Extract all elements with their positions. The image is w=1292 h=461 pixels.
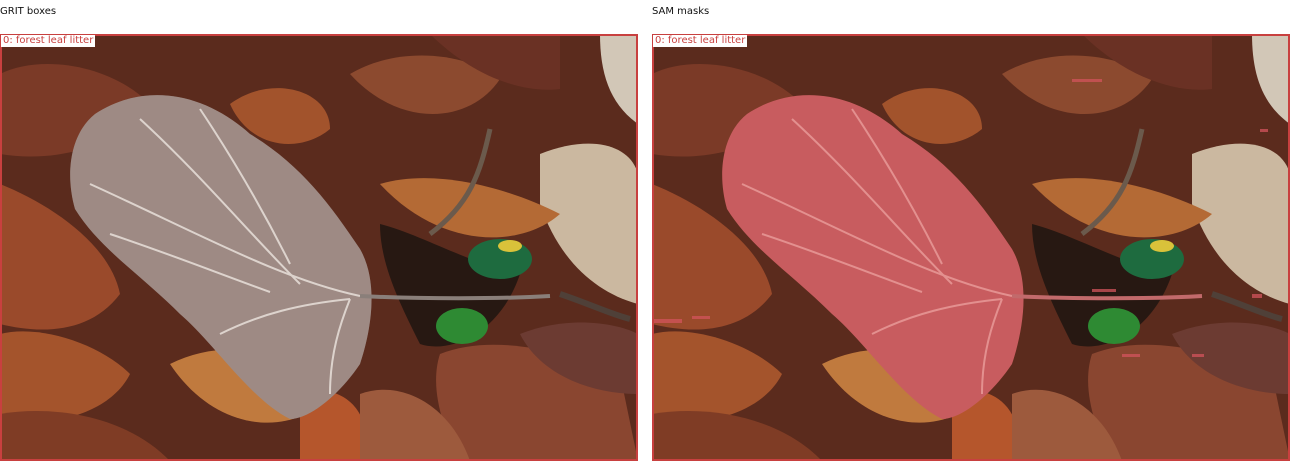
sam-masks-title: SAM masks — [652, 6, 710, 17]
sam-masks-panel: 0: forest leaf litter — [652, 34, 1290, 461]
grit-boxes-title: GRIT boxes — [0, 6, 57, 17]
mask-box-label: 0: forest leaf litter — [653, 35, 748, 47]
detection-box-label: 0: forest leaf litter — [1, 35, 96, 47]
detection-box — [0, 34, 638, 461]
mask-box — [652, 34, 1290, 461]
grit-boxes-panel: 0: forest leaf litter — [0, 34, 638, 461]
